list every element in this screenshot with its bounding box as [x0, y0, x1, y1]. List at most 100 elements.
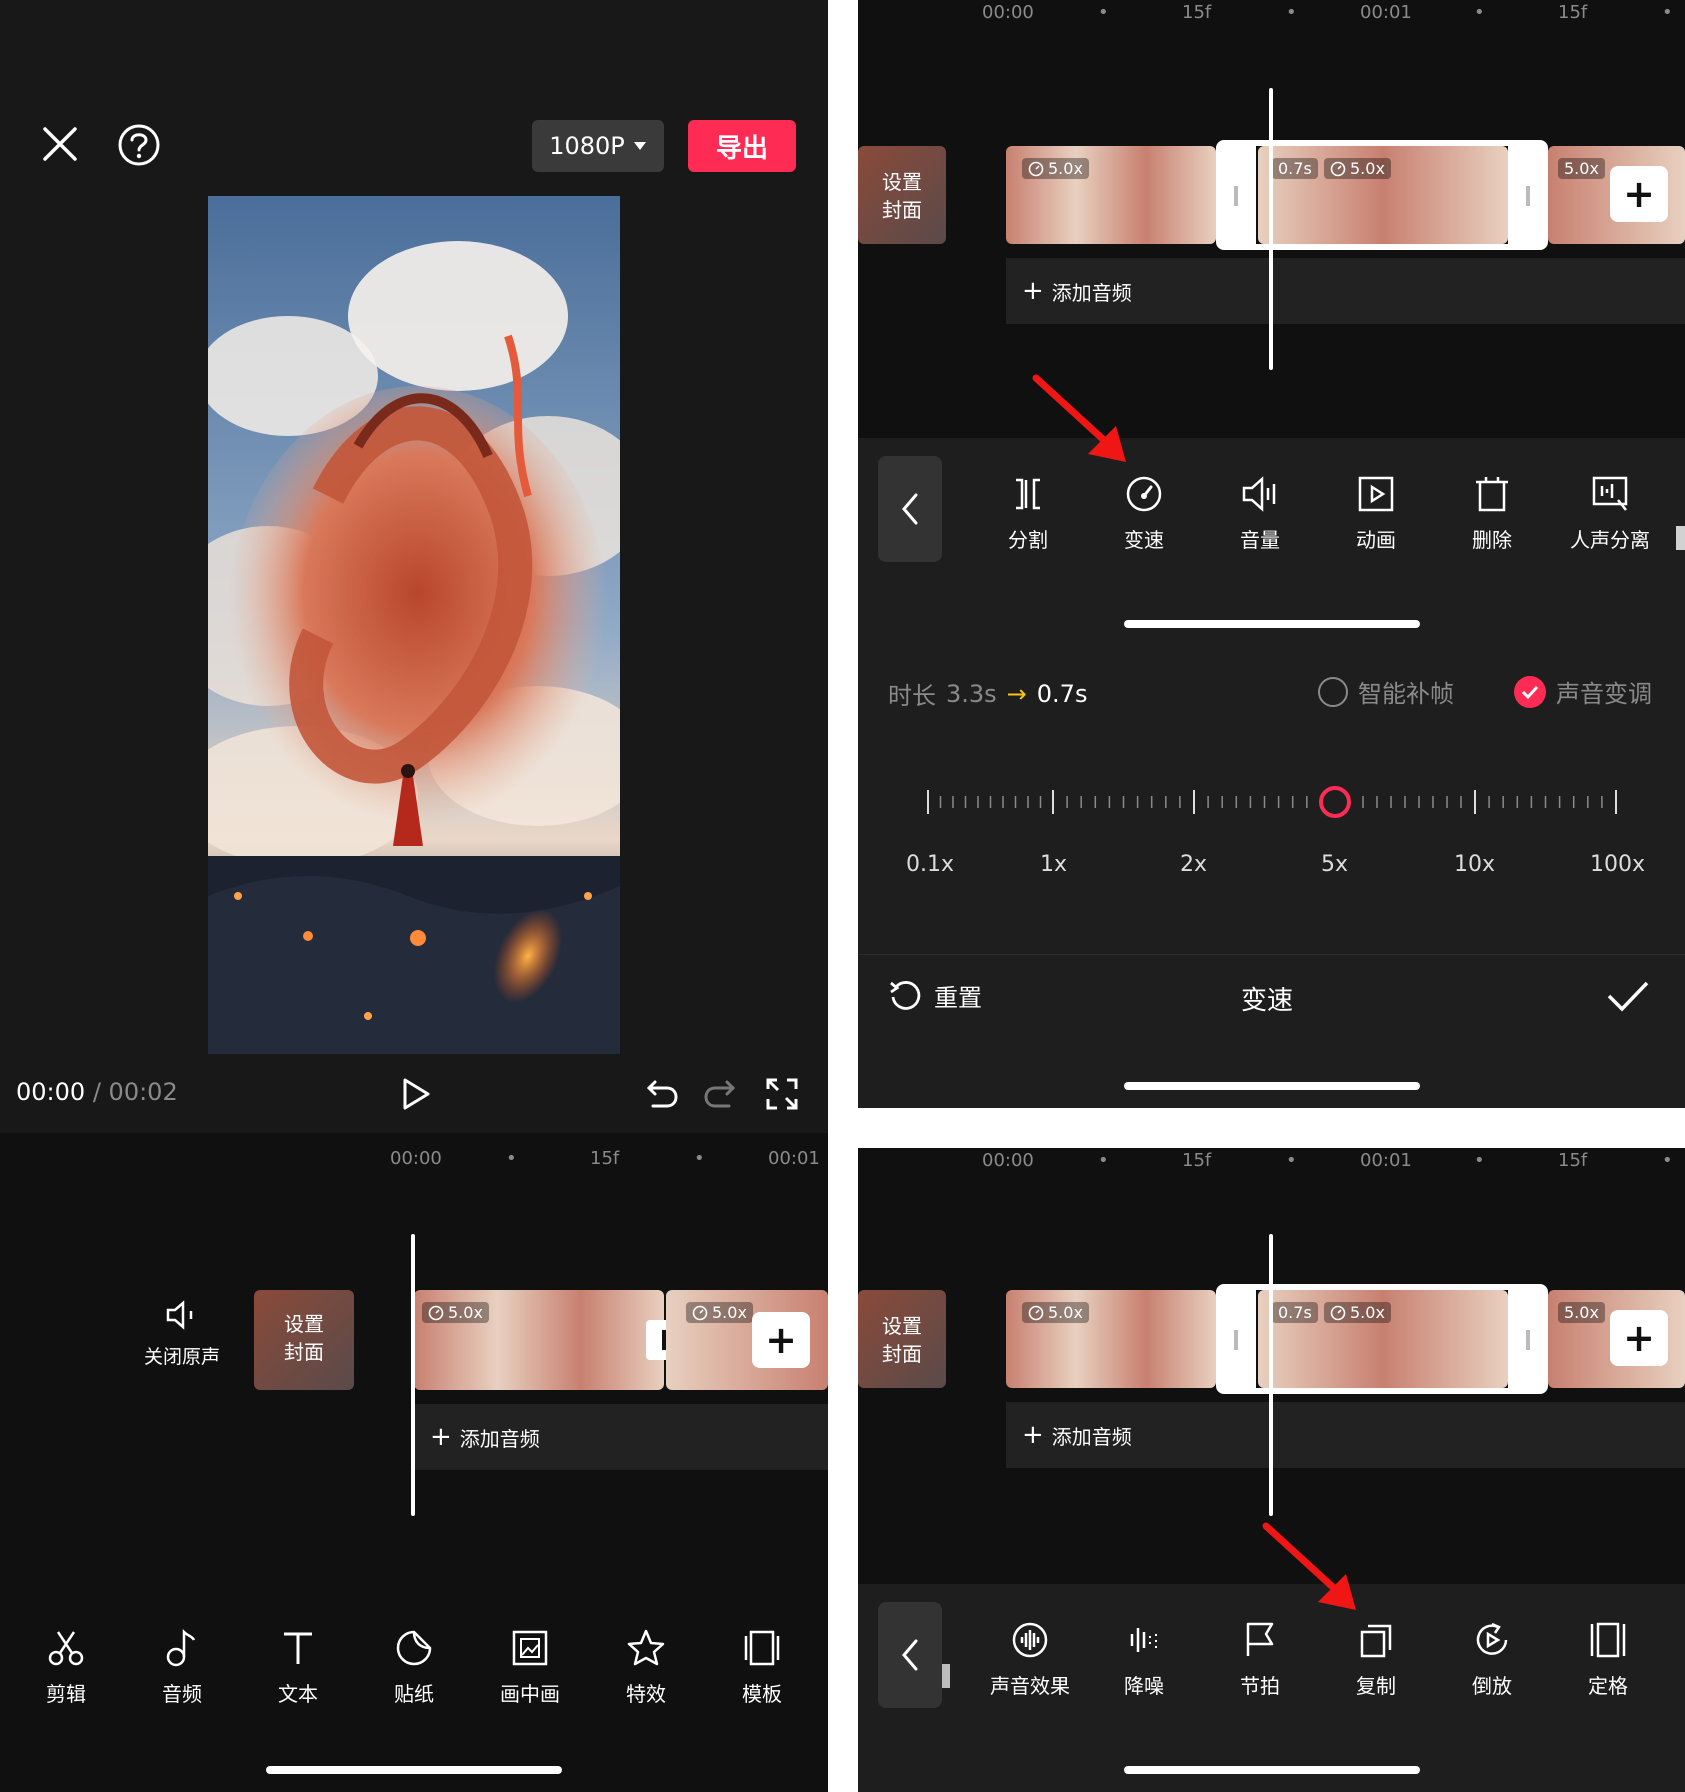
tool-split[interactable]: 分割 [988, 474, 1068, 553]
play-icon[interactable] [396, 1074, 436, 1114]
toolbar-text[interactable]: 文本 [268, 1628, 328, 1707]
add-audio-button[interactable]: + 添加音频 [1006, 258, 1685, 324]
speed-icon [692, 1305, 708, 1320]
scale-label: 10x [1454, 852, 1496, 877]
mute-original-button[interactable]: 关闭原声 [140, 1300, 224, 1369]
freeze-frame-icon [1590, 1622, 1626, 1658]
add-audio-button[interactable]: + 添加音频 [1006, 1402, 1685, 1468]
close-icon[interactable] [38, 122, 82, 166]
ruler-dot: • [1474, 2, 1485, 23]
plus-icon: + [430, 1422, 452, 1452]
add-clip-button[interactable]: + [1610, 1310, 1668, 1366]
export-button[interactable]: 导出 [688, 120, 796, 172]
set-cover-button[interactable]: 设置 封面 [858, 1290, 946, 1388]
undo-icon[interactable] [644, 1076, 680, 1112]
video-clip[interactable]: 5.0x [1006, 1290, 1216, 1388]
speaker-icon [166, 1300, 193, 1330]
tool-label: 人声分离 [1570, 528, 1650, 552]
playhead[interactable] [1269, 88, 1273, 370]
video-clip[interactable]: 5.0x [414, 1290, 664, 1390]
speed-tag: 5.0x [1558, 1302, 1605, 1323]
add-clip-button[interactable]: + [1610, 166, 1668, 222]
speed-tag-label: 5.0x [1564, 1303, 1599, 1322]
fullscreen-icon[interactable] [762, 1074, 802, 1114]
editor-main-panel: 1080P 导出 00:00 / 00:02 00:00 • 15f • 00:… [0, 0, 828, 1792]
speed-slider-knob[interactable] [1319, 786, 1351, 818]
reset-button[interactable]: 重置 [888, 978, 982, 1013]
speed-tag-label: 5.0x [448, 1303, 483, 1322]
noise-reduction-icon [1130, 1628, 1157, 1652]
timecode: 00:00 / 00:02 [16, 1078, 178, 1106]
add-clip-button[interactable]: + [752, 1312, 810, 1368]
toolbar-edit[interactable]: 剪辑 [36, 1628, 96, 1707]
tool-sound-effects[interactable]: 声音效果 [980, 1620, 1080, 1699]
voice-pitch-toggle[interactable]: 声音变调 [1514, 674, 1652, 709]
help-icon[interactable] [116, 122, 162, 168]
ruler-dot: • [694, 1148, 705, 1169]
ruler-label: 00:01 [1360, 1150, 1412, 1171]
toolbar-effects[interactable]: 特效 [616, 1628, 676, 1707]
template-icon [744, 1630, 780, 1666]
toolbar-audio[interactable]: 音频 [152, 1628, 212, 1707]
sound-effects-icon [1012, 1622, 1048, 1658]
trim-handle-left[interactable] [1234, 1330, 1238, 1350]
speed-tag: 5.0x [1558, 158, 1605, 179]
video-clip[interactable]: 5.0x [1006, 146, 1216, 244]
clip-selection-frame[interactable] [1216, 140, 1548, 250]
ruler-label: 15f [1558, 1150, 1588, 1171]
add-audio-label: 添加音频 [1051, 1424, 1132, 1449]
playhead[interactable] [411, 1234, 415, 1516]
caret-down-icon [633, 142, 646, 150]
back-button[interactable] [878, 456, 942, 562]
trim-handle-right[interactable] [1526, 1330, 1530, 1350]
playhead[interactable] [1269, 1234, 1273, 1516]
tool-animation[interactable]: 动画 [1336, 474, 1416, 553]
add-audio-label: 添加音频 [459, 1426, 540, 1451]
tool-label: 变速 [1124, 528, 1164, 552]
speed-icon [428, 1305, 444, 1320]
set-cover-button[interactable]: 设置 封面 [858, 146, 946, 244]
ruler-label: 00:00 [390, 1148, 442, 1169]
tool-copy[interactable]: 复制 [1336, 1620, 1416, 1699]
tool-reverse[interactable]: 倒放 [1452, 1620, 1532, 1699]
plus-icon: + [1022, 1420, 1044, 1450]
cover-label-line2: 封面 [882, 198, 922, 222]
add-audio-button[interactable]: + 添加音频 [414, 1404, 828, 1470]
redo-icon[interactable] [702, 1076, 738, 1112]
cover-label-line1: 设置 [882, 1314, 922, 1338]
smart-frame-toggle[interactable]: 智能补帧 [1318, 674, 1454, 709]
speed-slider[interactable] [858, 772, 1685, 832]
tool-volume[interactable]: 音量 [1220, 474, 1300, 553]
tool-label: 分割 [1008, 528, 1048, 552]
set-cover-button[interactable]: 设置 封面 [254, 1290, 354, 1390]
speed-editor-panel: 00:00 • 15f • 00:01 • 15f • 设置 封面 5.0x 0… [858, 0, 1685, 1108]
tool-speed[interactable]: 变速 [1104, 474, 1184, 553]
tool-label: 复制 [1356, 1674, 1396, 1698]
scale-label: 1x [1040, 852, 1068, 877]
tool-delete[interactable]: 删除 [1452, 474, 1532, 553]
trim-handle-left[interactable] [1234, 186, 1238, 206]
add-audio-label: 添加音频 [1051, 280, 1132, 305]
toolbar-label: 剪辑 [46, 1682, 86, 1706]
toolbar-template[interactable]: 模板 [732, 1628, 792, 1707]
confirm-checkmark-icon[interactable] [1604, 974, 1652, 1018]
tool-vocal-separation[interactable]: 人声分离 [1558, 474, 1662, 553]
tool-freeze[interactable]: 定格 [1568, 1620, 1648, 1699]
tool-beat[interactable]: 节拍 [1220, 1620, 1300, 1699]
toolbar-sticker[interactable]: 贴纸 [384, 1628, 444, 1707]
tool-label: 降噪 [1124, 1674, 1164, 1698]
clip-selection-frame[interactable] [1216, 1284, 1548, 1394]
duration-label: 时长 [888, 682, 936, 710]
ruler-dot: • [1474, 1150, 1485, 1171]
back-button[interactable] [878, 1602, 942, 1708]
panel-title: 变速 [1241, 986, 1294, 1016]
tool-label: 音量 [1240, 528, 1280, 552]
tool-noise-reduction[interactable]: 降噪 [1104, 1620, 1184, 1699]
duration-info: 时长 3.3s → 0.7s [888, 676, 1087, 711]
cover-label-line1: 设置 [284, 1312, 324, 1336]
resolution-dropdown[interactable]: 1080P [532, 120, 664, 172]
speed-tag-label: 5.0x [1048, 159, 1083, 178]
toolbar-pip[interactable]: 画中画 [490, 1628, 570, 1707]
ruler-dot: • [506, 1148, 517, 1169]
trim-handle-right[interactable] [1526, 186, 1530, 206]
